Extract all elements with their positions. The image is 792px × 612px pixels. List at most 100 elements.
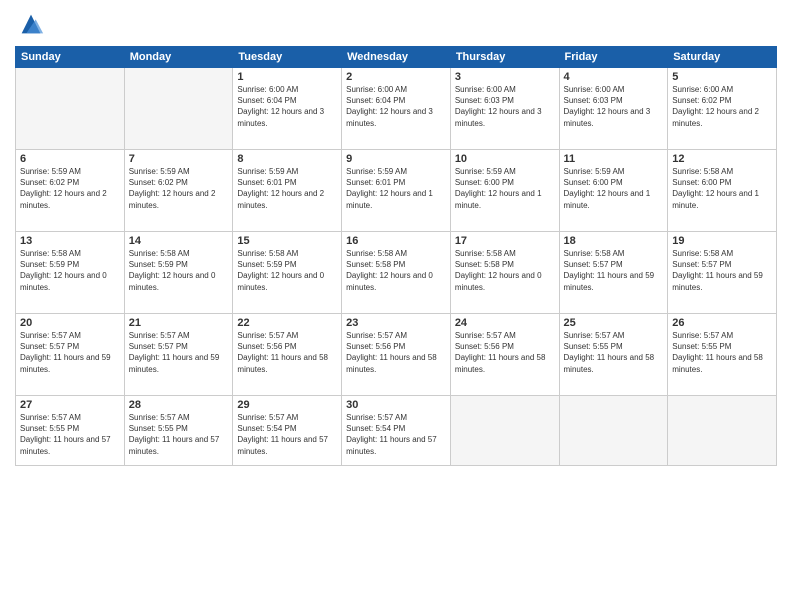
- day-number: 26: [672, 317, 772, 329]
- calendar-cell: 25Sunrise: 5:57 AM Sunset: 5:55 PM Dayli…: [559, 314, 668, 396]
- day-number: 2: [346, 71, 446, 83]
- calendar-cell: 1Sunrise: 6:00 AM Sunset: 6:04 PM Daylig…: [233, 68, 342, 150]
- calendar-cell: 17Sunrise: 5:58 AM Sunset: 5:58 PM Dayli…: [450, 232, 559, 314]
- calendar-week-row: 1Sunrise: 6:00 AM Sunset: 6:04 PM Daylig…: [16, 68, 777, 150]
- day-number: 3: [455, 71, 555, 83]
- day-number: 27: [20, 399, 120, 411]
- day-number: 9: [346, 153, 446, 165]
- day-number: 14: [129, 235, 229, 247]
- weekday-header: Sunday: [16, 47, 125, 68]
- weekday-header-row: SundayMondayTuesdayWednesdayThursdayFrid…: [16, 47, 777, 68]
- day-info: Sunrise: 6:00 AM Sunset: 6:03 PM Dayligh…: [455, 84, 555, 129]
- logo: [15, 10, 45, 38]
- calendar-cell: 26Sunrise: 5:57 AM Sunset: 5:55 PM Dayli…: [668, 314, 777, 396]
- calendar-cell: 9Sunrise: 5:59 AM Sunset: 6:01 PM Daylig…: [342, 150, 451, 232]
- calendar-week-row: 6 Sunrise: 5:59 AM Sunset: 6:02 PM Daylig…: [16, 150, 777, 232]
- calendar-cell: 16Sunrise: 5:58 AM Sunset: 5:58 PM Dayli…: [342, 232, 451, 314]
- weekday-header: Monday: [124, 47, 233, 68]
- day-info: Sunrise: 5:59 AM Sunset: 6:01 PM Dayligh…: [346, 166, 446, 211]
- day-info: Sunrise: 6:00 AM Sunset: 6:03 PM Dayligh…: [564, 84, 664, 129]
- day-number: 16: [346, 235, 446, 247]
- day-info: Sunrise: 6:00 AM Sunset: 6:02 PM Dayligh…: [672, 84, 772, 129]
- day-info: Sunrise: 5:58 AM Sunset: 5:59 PM Dayligh…: [129, 248, 229, 293]
- weekday-header: Friday: [559, 47, 668, 68]
- day-number: 8: [237, 153, 337, 165]
- calendar-cell: 21Sunrise: 5:57 AM Sunset: 5:57 PM Dayli…: [124, 314, 233, 396]
- day-number: 19: [672, 235, 772, 247]
- calendar-cell: 12Sunrise: 5:58 AM Sunset: 6:00 PM Dayli…: [668, 150, 777, 232]
- day-info: Sunrise: 5:59 AM Sunset: 6:01 PM Dayligh…: [237, 166, 337, 211]
- calendar-cell: 4Sunrise: 6:00 AM Sunset: 6:03 PM Daylig…: [559, 68, 668, 150]
- calendar-cell: 29Sunrise: 5:57 AM Sunset: 5:54 PM Dayli…: [233, 396, 342, 466]
- day-info: Sunrise: 5:57 AM Sunset: 5:55 PM Dayligh…: [564, 330, 664, 375]
- calendar-cell: 7Sunrise: 5:59 AM Sunset: 6:02 PM Daylig…: [124, 150, 233, 232]
- logo-icon: [17, 10, 45, 38]
- calendar-week-row: 27Sunrise: 5:57 AM Sunset: 5:55 PM Dayli…: [16, 396, 777, 466]
- calendar-cell: 19Sunrise: 5:58 AM Sunset: 5:57 PM Dayli…: [668, 232, 777, 314]
- page: SundayMondayTuesdayWednesdayThursdayFrid…: [0, 0, 792, 612]
- day-info: Sunrise: 5:59 AM Sunset: 6:00 PM Dayligh…: [455, 166, 555, 211]
- day-info: Sunrise: 5:57 AM Sunset: 5:57 PM Dayligh…: [20, 330, 120, 375]
- day-info: Sunrise: 5:58 AM Sunset: 5:59 PM Dayligh…: [237, 248, 337, 293]
- header: [15, 10, 777, 38]
- day-number: 30: [346, 399, 446, 411]
- day-number: 17: [455, 235, 555, 247]
- calendar-cell: 27Sunrise: 5:57 AM Sunset: 5:55 PM Dayli…: [16, 396, 125, 466]
- weekday-header: Tuesday: [233, 47, 342, 68]
- calendar-cell: 18Sunrise: 5:58 AM Sunset: 5:57 PM Dayli…: [559, 232, 668, 314]
- day-number: 1: [237, 71, 337, 83]
- day-info: Sunrise: 5:58 AM Sunset: 6:00 PM Dayligh…: [672, 166, 772, 211]
- calendar-cell: 5Sunrise: 6:00 AM Sunset: 6:02 PM Daylig…: [668, 68, 777, 150]
- day-info: Sunrise: 5:57 AM Sunset: 5:55 PM Dayligh…: [672, 330, 772, 375]
- day-number: 22: [237, 317, 337, 329]
- calendar-cell: [668, 396, 777, 466]
- calendar-cell: 2Sunrise: 6:00 AM Sunset: 6:04 PM Daylig…: [342, 68, 451, 150]
- day-info: Sunrise: 5:58 AM Sunset: 5:58 PM Dayligh…: [455, 248, 555, 293]
- calendar: SundayMondayTuesdayWednesdayThursdayFrid…: [15, 46, 777, 466]
- calendar-cell: 6Sunrise: 5:59 AM Sunset: 6:02 PM Daylig…: [16, 150, 125, 232]
- calendar-cell: 24Sunrise: 5:57 AM Sunset: 5:56 PM Dayli…: [450, 314, 559, 396]
- day-number: 24: [455, 317, 555, 329]
- day-number: 25: [564, 317, 664, 329]
- day-number: 4: [564, 71, 664, 83]
- day-info: Sunrise: 5:57 AM Sunset: 5:56 PM Dayligh…: [455, 330, 555, 375]
- calendar-cell: 13Sunrise: 5:58 AM Sunset: 5:59 PM Dayli…: [16, 232, 125, 314]
- day-info: Sunrise: 5:59 AM Sunset: 6:00 PM Dayligh…: [564, 166, 664, 211]
- calendar-cell: 20Sunrise: 5:57 AM Sunset: 5:57 PM Dayli…: [16, 314, 125, 396]
- calendar-week-row: 20Sunrise: 5:57 AM Sunset: 5:57 PM Dayli…: [16, 314, 777, 396]
- day-number: 15: [237, 235, 337, 247]
- calendar-cell: 30Sunrise: 5:57 AM Sunset: 5:54 PM Dayli…: [342, 396, 451, 466]
- calendar-cell: 23Sunrise: 5:57 AM Sunset: 5:56 PM Dayli…: [342, 314, 451, 396]
- day-number: 6: [20, 153, 120, 165]
- day-info: Sunrise: 5:57 AM Sunset: 5:56 PM Dayligh…: [237, 330, 337, 375]
- day-number: 12: [672, 153, 772, 165]
- calendar-cell: 14Sunrise: 5:58 AM Sunset: 5:59 PM Dayli…: [124, 232, 233, 314]
- day-info: Sunrise: 5:58 AM Sunset: 5:57 PM Dayligh…: [672, 248, 772, 293]
- day-info: Sunrise: 6:00 AM Sunset: 6:04 PM Dayligh…: [237, 84, 337, 129]
- calendar-cell: [450, 396, 559, 466]
- calendar-cell: 22Sunrise: 5:57 AM Sunset: 5:56 PM Dayli…: [233, 314, 342, 396]
- day-number: 13: [20, 235, 120, 247]
- day-number: 5: [672, 71, 772, 83]
- day-number: 21: [129, 317, 229, 329]
- day-number: 28: [129, 399, 229, 411]
- day-info: Sunrise: 5:57 AM Sunset: 5:56 PM Dayligh…: [346, 330, 446, 375]
- calendar-week-row: 13 Sunrise: 5:58 AM Sunset: 5:59 PM Dayli…: [16, 232, 777, 314]
- day-info: Sunrise: 5:59 AM Sunset: 6:02 PM Dayligh…: [129, 166, 229, 211]
- day-info: Sunrise: 5:57 AM Sunset: 5:54 PM Dayligh…: [237, 412, 337, 457]
- calendar-cell: 11Sunrise: 5:59 AM Sunset: 6:00 PM Dayli…: [559, 150, 668, 232]
- calendar-cell: [16, 68, 125, 150]
- day-info: Sunrise: 5:57 AM Sunset: 5:55 PM Dayligh…: [129, 412, 229, 457]
- day-number: 11: [564, 153, 664, 165]
- weekday-header: Wednesday: [342, 47, 451, 68]
- calendar-cell: 10Sunrise: 5:59 AM Sunset: 6:00 PM Dayli…: [450, 150, 559, 232]
- day-info: Sunrise: 5:58 AM Sunset: 5:58 PM Dayligh…: [346, 248, 446, 293]
- day-info: Sunrise: 5:58 AM Sunset: 5:57 PM Dayligh…: [564, 248, 664, 293]
- day-number: 7: [129, 153, 229, 165]
- day-number: 10: [455, 153, 555, 165]
- day-info: Sunrise: 5:57 AM Sunset: 5:55 PM Dayligh…: [20, 412, 120, 457]
- calendar-cell: 3Sunrise: 6:00 AM Sunset: 6:03 PM Daylig…: [450, 68, 559, 150]
- day-number: 20: [20, 317, 120, 329]
- day-number: 18: [564, 235, 664, 247]
- weekday-header: Thursday: [450, 47, 559, 68]
